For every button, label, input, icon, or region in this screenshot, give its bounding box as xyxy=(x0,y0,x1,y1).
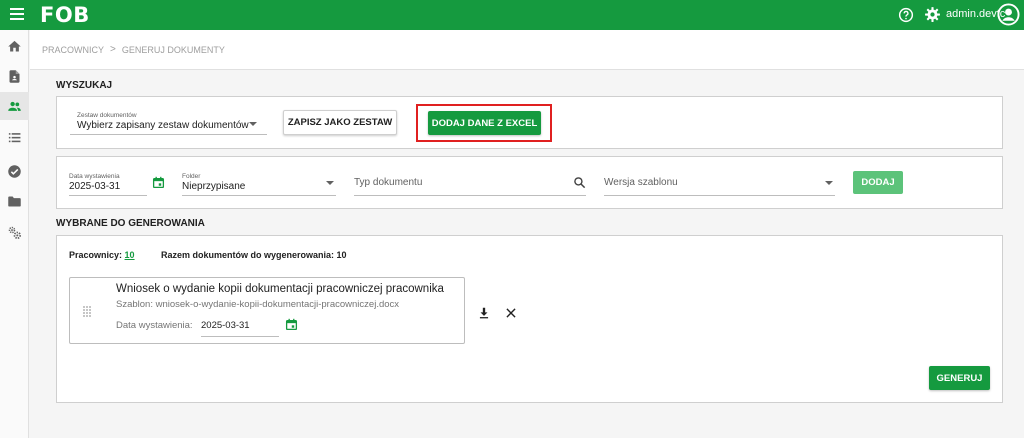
employees-count-link[interactable]: 10 xyxy=(125,250,135,260)
sidebar-item-settings[interactable] xyxy=(0,218,29,246)
gear-icon[interactable] xyxy=(924,6,941,23)
highlight-frame xyxy=(416,104,552,142)
employees-count: Pracownicy: 10 xyxy=(69,250,135,260)
sidebar-item-list[interactable] xyxy=(0,123,29,151)
sidebar-item-home[interactable] xyxy=(0,32,29,60)
total-documents-label: Razem dokumentów do wygenerowania: 10 xyxy=(161,250,347,260)
top-app-bar: FOB admin.devtc xyxy=(0,0,1024,30)
document-type-underline xyxy=(354,195,586,196)
breadcrumb: PRACOWNICY > GENERUJ DOKUMENTY xyxy=(30,30,1024,70)
search-section-title: WYSZUKAJ xyxy=(56,80,113,91)
document-set-label: Zestaw dokumentów xyxy=(77,112,137,119)
hamburger-icon[interactable] xyxy=(10,8,24,20)
document-title: Wniosek o wydanie kopii dokumentacji pra… xyxy=(116,283,444,295)
sidebar-item-approvals[interactable] xyxy=(0,157,29,185)
issue-date-label: Data wystawienia xyxy=(69,173,120,180)
sidebar-item-folders[interactable] xyxy=(0,187,29,215)
template-version-placeholder: Wersja szablonu xyxy=(604,177,678,188)
document-set-underline xyxy=(70,134,267,135)
settings-cogs-icon xyxy=(8,226,21,239)
save-as-set-button[interactable]: ZAPISZ JAKO ZESTAW xyxy=(283,110,397,135)
sidebar-item-documents[interactable] xyxy=(0,62,29,90)
selected-section-title: WYBRANE DO GENEROWANIA xyxy=(56,218,205,229)
help-icon[interactable] xyxy=(898,7,914,23)
document-date-underline xyxy=(201,336,279,337)
add-button[interactable]: DODAJ xyxy=(853,171,903,194)
document-icon xyxy=(9,69,20,83)
calendar-icon[interactable] xyxy=(285,318,298,331)
folder-underline xyxy=(182,195,336,196)
account-circle-icon[interactable] xyxy=(997,3,1020,26)
chevron-down-icon xyxy=(249,122,257,126)
document-date-input[interactable]: 2025-03-31 xyxy=(201,320,250,331)
document-type-placeholder: Typ dokumentu xyxy=(354,177,423,188)
home-icon xyxy=(8,40,21,51)
breadcrumb-generate-documents: GENERUJ DOKUMENTY xyxy=(121,44,225,55)
app-logo[interactable]: FOB xyxy=(40,3,90,27)
download-icon[interactable] xyxy=(477,306,491,320)
check-circle-icon xyxy=(8,164,21,178)
document-date-label: Data wystawienia: xyxy=(116,320,193,331)
document-set-value: Wybierz zapisany zestaw dokumentów xyxy=(77,120,249,131)
folder-label: Folder xyxy=(182,173,201,180)
issue-date-value: 2025-03-31 xyxy=(69,181,121,192)
folder-value: Nieprzypisane xyxy=(182,181,246,192)
document-template: Szablon: wniosek-o-wydanie-kopii-dokumen… xyxy=(116,299,400,310)
close-icon[interactable] xyxy=(504,306,518,320)
issue-date-underline xyxy=(69,195,147,196)
template-version-underline xyxy=(604,195,835,196)
sidebar-nav xyxy=(0,30,29,438)
search-icon[interactable] xyxy=(573,176,586,189)
people-icon xyxy=(8,101,21,111)
generate-button[interactable]: GENERUJ xyxy=(929,366,990,390)
chevron-down-icon xyxy=(825,181,833,185)
folder-icon xyxy=(8,196,21,206)
document-item[interactable]: Wniosek o wydanie kopii dokumentacji pra… xyxy=(69,277,465,344)
chevron-right-icon: > xyxy=(110,44,116,55)
drag-handle-icon[interactable] xyxy=(82,305,92,317)
list-icon xyxy=(8,132,21,142)
employees-count-label: Pracownicy: xyxy=(69,250,123,260)
calendar-icon[interactable] xyxy=(152,176,165,189)
breadcrumb-employees[interactable]: PRACOWNICY xyxy=(42,45,104,55)
sidebar-item-employees[interactable] xyxy=(0,92,29,120)
chevron-down-icon xyxy=(326,181,334,185)
